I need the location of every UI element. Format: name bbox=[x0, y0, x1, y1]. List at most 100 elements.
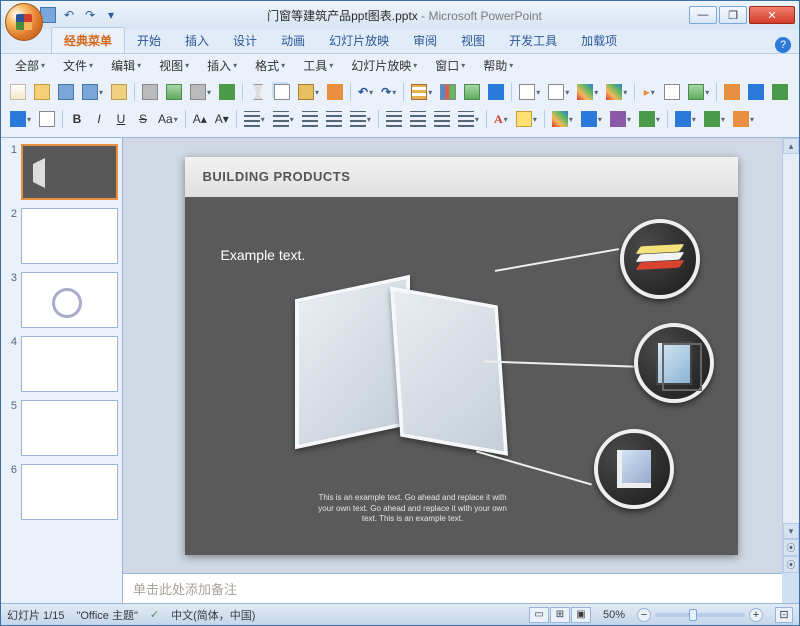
tb-arrange-icon[interactable] bbox=[607, 109, 634, 129]
maximize-button[interactable]: ❐ bbox=[719, 6, 747, 24]
zoom-knob[interactable] bbox=[689, 609, 697, 621]
tb-saveas-icon[interactable] bbox=[79, 82, 106, 102]
tb-linespacing-icon[interactable] bbox=[347, 109, 374, 129]
language[interactable]: 中文(简体，中国) bbox=[171, 607, 255, 623]
window-graphic[interactable] bbox=[295, 267, 515, 477]
zoom-percent[interactable]: 50% bbox=[603, 609, 625, 621]
tb-strikethrough-icon[interactable]: S bbox=[133, 109, 153, 129]
minimize-button[interactable]: — bbox=[689, 6, 717, 24]
tb-picture-icon[interactable] bbox=[461, 82, 483, 102]
tb-numbering-icon[interactable] bbox=[270, 109, 297, 129]
zoom-slider[interactable]: − + bbox=[637, 608, 763, 622]
tab-addins[interactable]: 加载项 bbox=[569, 28, 629, 53]
slide-footer-text[interactable]: This is an example text. Go ahead and re… bbox=[313, 493, 513, 524]
tb-quickstyles-icon[interactable] bbox=[636, 109, 663, 129]
thumbnail-4[interactable]: 4 bbox=[5, 336, 118, 392]
tab-insert[interactable]: 插入 bbox=[173, 28, 221, 53]
tb-cut-icon[interactable] bbox=[247, 82, 269, 102]
tb-table-icon[interactable] bbox=[408, 82, 435, 102]
tb-copy-icon[interactable] bbox=[271, 82, 293, 102]
menu-window[interactable]: 窗口▾ bbox=[429, 55, 471, 76]
menu-insert[interactable]: 插入▾ bbox=[201, 55, 243, 76]
view-normal-icon[interactable]: ▭ bbox=[529, 607, 549, 623]
tb-format-painter-icon[interactable] bbox=[324, 82, 346, 102]
tb-preview-icon[interactable] bbox=[163, 82, 185, 102]
tb-shape-fill-icon[interactable] bbox=[549, 109, 576, 129]
view-sorter-icon[interactable]: ⊞ bbox=[550, 607, 570, 623]
tb-shape-outline-icon[interactable] bbox=[578, 109, 605, 129]
scroll-up-icon[interactable]: ▴ bbox=[783, 138, 799, 154]
view-slideshow-icon[interactable]: ▣ bbox=[571, 607, 591, 623]
menu-edit[interactable]: 编辑▾ bbox=[105, 55, 147, 76]
tb-highlight-icon[interactable] bbox=[513, 109, 540, 129]
notes-pane[interactable]: 单击此处添加备注 bbox=[123, 573, 782, 603]
prev-slide-icon[interactable]: ⦿ bbox=[783, 539, 799, 556]
tb-find-icon[interactable] bbox=[769, 82, 791, 102]
tb-group-icon[interactable] bbox=[672, 109, 699, 129]
scroll-down-icon[interactable]: ▾ bbox=[783, 523, 799, 539]
slide[interactable]: BUILDING PRODUCTS Example text. This i bbox=[185, 157, 738, 555]
help-icon[interactable]: ? bbox=[775, 37, 791, 53]
tb-textbox-icon[interactable] bbox=[36, 109, 58, 129]
tb-permission-icon[interactable] bbox=[108, 82, 130, 102]
tb-columns-icon[interactable] bbox=[455, 109, 482, 129]
tb-undo-icon[interactable]: ↶ bbox=[355, 82, 376, 102]
tb-ruler-icon[interactable] bbox=[721, 82, 743, 102]
menu-tools[interactable]: 工具▾ bbox=[297, 55, 339, 76]
spellcheck-icon[interactable]: ✓ bbox=[150, 608, 159, 621]
tb-print-icon[interactable] bbox=[139, 82, 161, 102]
tab-animations[interactable]: 动画 bbox=[269, 28, 317, 53]
tb-decrease-indent-icon[interactable] bbox=[299, 109, 321, 129]
vertical-scrollbar[interactable]: ▴ ▾ ⦿ ⦿ bbox=[782, 138, 799, 573]
tab-developer[interactable]: 开发工具 bbox=[497, 28, 569, 53]
tb-paste-icon[interactable] bbox=[295, 82, 322, 102]
tb-shapes-icon[interactable] bbox=[7, 109, 34, 129]
callout-glass-icon[interactable] bbox=[634, 323, 714, 403]
office-button[interactable] bbox=[5, 3, 43, 41]
zoom-in-icon[interactable]: + bbox=[749, 608, 763, 622]
qat-redo-icon[interactable]: ↷ bbox=[81, 6, 99, 24]
callout-profile-icon[interactable] bbox=[594, 429, 674, 509]
tab-slideshow[interactable]: 幻灯片放映 bbox=[317, 28, 401, 53]
tb-changecase-icon[interactable]: Aa bbox=[155, 109, 181, 129]
menu-format[interactable]: 格式▾ bbox=[249, 55, 291, 76]
tb-chart-icon[interactable] bbox=[437, 82, 459, 102]
tb-bullets-icon[interactable] bbox=[241, 109, 268, 129]
thumbnail-2[interactable]: 2 bbox=[5, 208, 118, 264]
tb-grid-icon[interactable] bbox=[745, 82, 767, 102]
tb-increase-indent-icon[interactable] bbox=[323, 109, 345, 129]
example-text[interactable]: Example text. bbox=[221, 247, 306, 263]
tb-rotate-icon[interactable] bbox=[701, 109, 728, 129]
tb-underline-icon[interactable]: U bbox=[111, 109, 131, 129]
tb-design-icon[interactable] bbox=[574, 82, 601, 102]
tb-slideshow-icon[interactable]: ▸ bbox=[639, 82, 659, 102]
tb-layout-icon[interactable] bbox=[545, 82, 572, 102]
tb-align-objects-icon[interactable] bbox=[730, 109, 757, 129]
qat-undo-icon[interactable]: ↶ bbox=[60, 6, 78, 24]
tb-fromcurrent-icon[interactable] bbox=[661, 82, 683, 102]
menu-slideshow[interactable]: 幻灯片放映▾ bbox=[345, 55, 423, 76]
tb-hyperlink-icon[interactable] bbox=[485, 82, 507, 102]
callout-layers-icon[interactable] bbox=[620, 219, 700, 299]
tb-align-left-icon[interactable] bbox=[383, 109, 405, 129]
tb-newslide-icon[interactable] bbox=[516, 82, 543, 102]
menu-all[interactable]: 全部▾ bbox=[9, 55, 51, 76]
close-button[interactable]: ✕ bbox=[749, 6, 795, 24]
fit-to-window-icon[interactable]: ⊡ bbox=[775, 607, 793, 623]
tb-quickprint-icon[interactable] bbox=[187, 82, 214, 102]
tb-italic-icon[interactable]: I bbox=[89, 109, 109, 129]
thumbnail-5[interactable]: 5 bbox=[5, 400, 118, 456]
tab-review[interactable]: 审阅 bbox=[401, 28, 449, 53]
thumbnail-1[interactable]: 1 bbox=[5, 144, 118, 200]
qat-customize-icon[interactable]: ▾ bbox=[102, 6, 120, 24]
tb-save-icon[interactable] bbox=[55, 82, 77, 102]
tab-design[interactable]: 设计 bbox=[221, 28, 269, 53]
tb-redo-icon[interactable]: ↷ bbox=[378, 82, 399, 102]
tab-home[interactable]: 开始 bbox=[125, 28, 173, 53]
tb-spell-icon[interactable] bbox=[216, 82, 238, 102]
tb-font-color-icon[interactable]: A bbox=[491, 109, 511, 129]
tab-classic-menu[interactable]: 经典菜单 bbox=[51, 27, 125, 53]
menu-help[interactable]: 帮助▾ bbox=[477, 55, 519, 76]
thumbnail-6[interactable]: 6 bbox=[5, 464, 118, 520]
tb-bold-icon[interactable]: B bbox=[67, 109, 87, 129]
